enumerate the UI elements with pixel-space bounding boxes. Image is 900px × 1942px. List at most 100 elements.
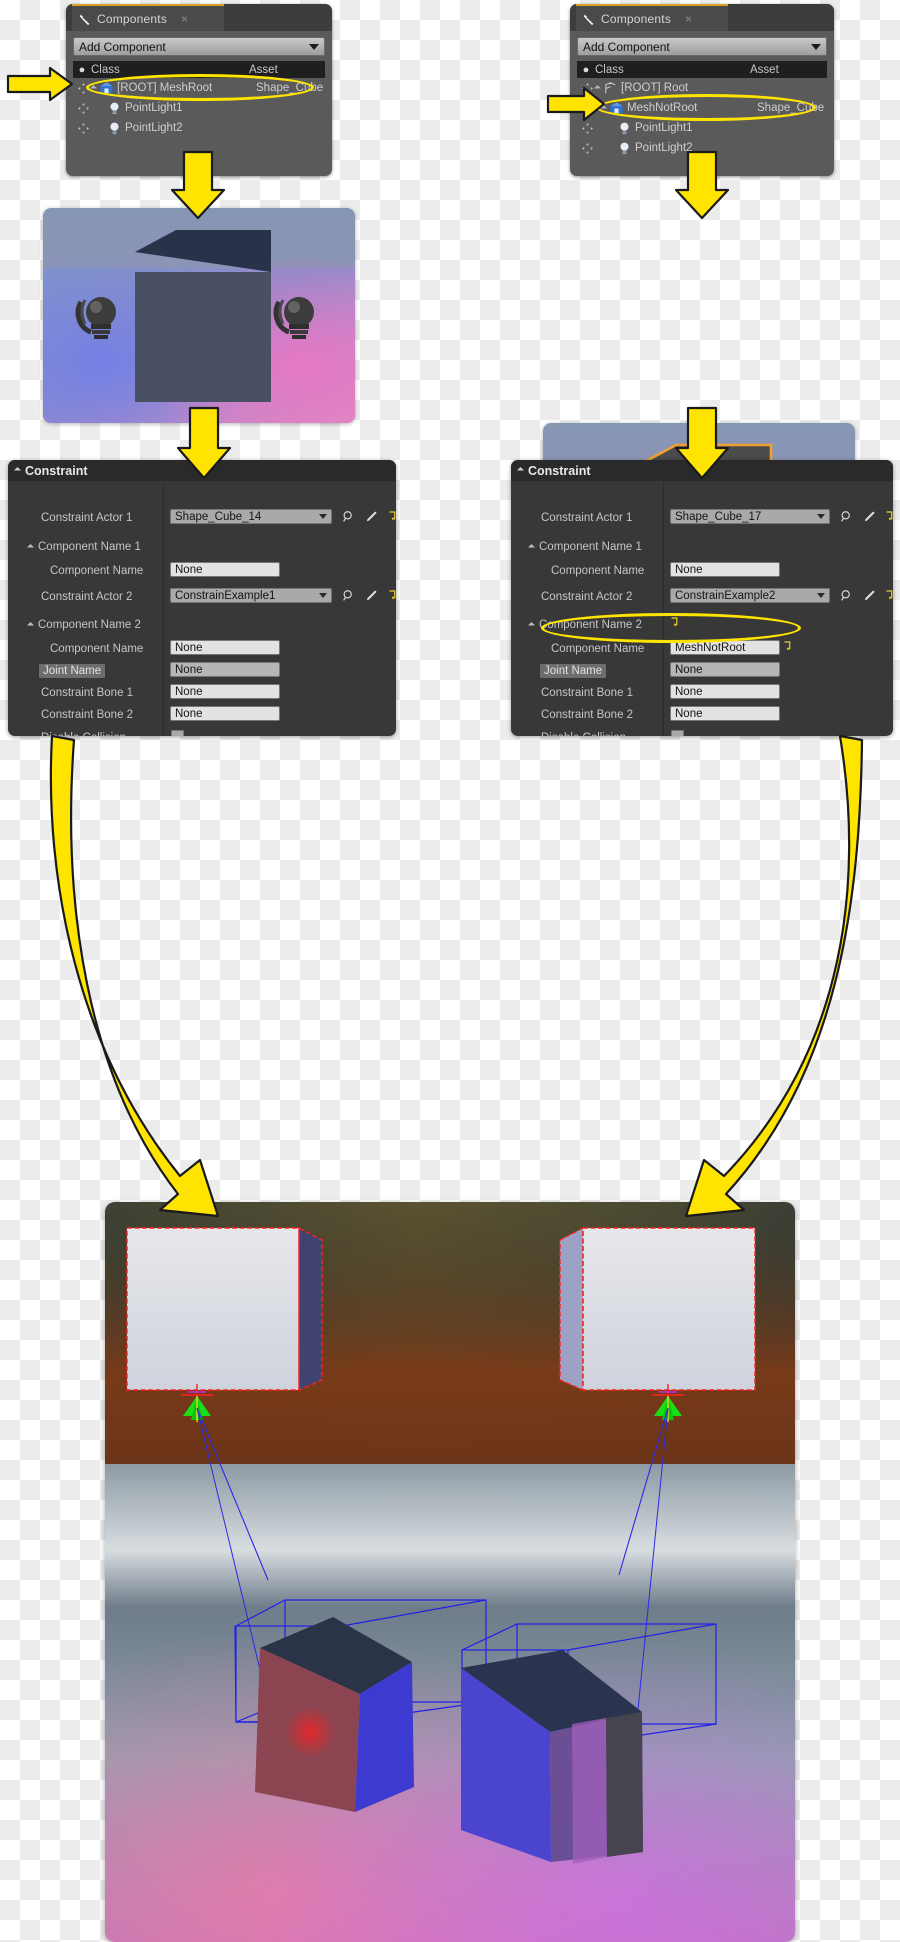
expander-triangle-icon[interactable] <box>26 543 35 551</box>
light-bulb-icon <box>110 122 119 134</box>
constraint-panel-left[interactable]: Constraint Constraint Actor 1 Shape_Cube… <box>8 460 396 736</box>
label-constraint-bone-1: Constraint Bone 1 <box>541 687 634 699</box>
eyedropper-icon[interactable] <box>863 510 876 523</box>
label-joint-name: Joint Name <box>540 662 607 680</box>
components-panel-left[interactable]: Components × Add Component ● Class Asset <box>66 4 332 176</box>
mesh-icon <box>100 81 113 93</box>
level-viewport-main[interactable] <box>105 1202 795 1942</box>
chevron-down-icon <box>309 43 319 50</box>
expander-triangle-icon[interactable] <box>593 84 602 92</box>
drag-handle-icon[interactable] <box>579 122 595 134</box>
component-label: MeshNotRoot <box>627 102 698 114</box>
drag-handle-icon[interactable] <box>75 102 91 114</box>
expander-triangle-icon[interactable] <box>26 621 35 629</box>
tab-components-left[interactable]: Components × <box>72 4 224 31</box>
visibility-dot-icon: ● <box>582 63 590 76</box>
magnifier-icon[interactable] <box>342 510 355 523</box>
field-constraint-actor-1[interactable]: Shape_Cube_17 <box>670 509 830 524</box>
constraint-section-header-right[interactable]: Constraint <box>511 460 893 481</box>
component-row-meshroot[interactable]: [ROOT] MeshRoot Shape_Cube <box>73 78 325 98</box>
field-component-name-1[interactable]: None <box>170 562 280 577</box>
constraint-panel-right[interactable]: Constraint Constraint Actor 1 Shape_Cube… <box>511 460 893 736</box>
reset-arrow-icon[interactable] <box>885 511 893 522</box>
reset-arrow-icon[interactable] <box>670 617 679 628</box>
checkbox-disable-collision[interactable] <box>671 730 684 736</box>
light-bulb-icon <box>110 102 119 114</box>
label-constraint-bone-1: Constraint Bone 1 <box>41 687 134 699</box>
component-row-pointlight2[interactable]: PointLight2 <box>73 118 325 138</box>
reset-arrow-icon[interactable] <box>388 590 396 601</box>
field-constraint-actor-2[interactable]: ConstrainExample1 <box>170 588 332 603</box>
expander-triangle-icon[interactable] <box>516 466 525 475</box>
field-component-name-2[interactable]: MeshNotRoot <box>670 640 780 655</box>
chevron-down-icon[interactable] <box>319 514 327 519</box>
right-constraint-to-scene <box>684 734 864 1218</box>
static-cube-right <box>559 1226 756 1392</box>
field-component-name-1[interactable]: None <box>670 562 780 577</box>
field-constraint-bone-1[interactable]: None <box>170 684 280 699</box>
bounds-wireframe-right <box>461 1623 717 1747</box>
label-component-name-2: Component Name <box>551 643 645 655</box>
field-constraint-actor-2[interactable]: ConstrainExample2 <box>670 588 830 603</box>
scene-root-icon <box>605 81 616 93</box>
light-bulb-icon <box>620 142 629 154</box>
expander-triangle-icon[interactable] <box>89 84 98 92</box>
eyedropper-icon[interactable] <box>365 589 378 602</box>
tab-components-right[interactable]: Components × <box>576 4 728 31</box>
chevron-down-icon[interactable] <box>817 514 825 519</box>
group-component-name-2[interactable]: Component Name 2 <box>527 616 642 634</box>
expander-triangle-icon[interactable] <box>527 621 536 629</box>
component-label: [ROOT] MeshRoot <box>117 82 213 94</box>
field-constraint-bone-1[interactable]: None <box>670 684 780 699</box>
light-bulb-3d-left <box>75 297 116 339</box>
field-constraint-actor-1[interactable]: Shape_Cube_14 <box>170 509 332 524</box>
chevron-down-icon <box>811 43 821 50</box>
component-row-pointlight1[interactable]: PointLight1 <box>73 98 325 118</box>
component-row-pointlight2[interactable]: PointLight2 <box>577 138 827 158</box>
close-icon[interactable]: × <box>181 13 188 25</box>
expander-triangle-icon[interactable] <box>527 543 536 551</box>
magnifier-icon[interactable] <box>840 589 853 602</box>
close-icon[interactable]: × <box>685 13 692 25</box>
blueprint-viewport-left[interactable] <box>43 208 355 423</box>
field-joint-name[interactable]: None <box>670 662 780 677</box>
drag-handle-icon[interactable] <box>579 142 595 154</box>
expander-triangle-icon[interactable] <box>599 104 608 112</box>
drag-handle-icon[interactable] <box>579 102 595 114</box>
component-row-root[interactable]: [ROOT] Root <box>577 78 827 98</box>
magnifier-icon[interactable] <box>342 589 355 602</box>
component-row-meshnotroot[interactable]: MeshNotRoot Shape_Cube <box>577 98 827 118</box>
add-component-button[interactable]: Add Component <box>73 37 325 56</box>
field-constraint-bone-2[interactable]: None <box>670 706 780 721</box>
column-divider <box>163 481 164 736</box>
reset-arrow-icon[interactable] <box>388 511 396 522</box>
components-panel-right[interactable]: Components × Add Component ● Class Asset <box>570 4 834 176</box>
component-label: PointLight2 <box>125 122 183 134</box>
eyedropper-icon[interactable] <box>863 589 876 602</box>
component-label: PointLight1 <box>635 122 693 134</box>
chevron-down-icon[interactable] <box>319 593 327 598</box>
group-component-name-2[interactable]: Component Name 2 <box>26 616 141 634</box>
group-component-name-1[interactable]: Component Name 1 <box>527 538 642 556</box>
field-joint-name[interactable]: None <box>170 662 280 677</box>
drag-handle-icon[interactable] <box>75 122 91 134</box>
checkbox-disable-collision[interactable] <box>171 730 184 736</box>
constraint-section-header-left[interactable]: Constraint <box>8 460 396 481</box>
eyedropper-icon[interactable] <box>365 510 378 523</box>
chevron-down-icon[interactable] <box>817 593 825 598</box>
column-header-asset: Asset <box>750 63 779 76</box>
section-title: Constraint <box>25 463 88 478</box>
component-row-pointlight1[interactable]: PointLight1 <box>577 118 827 138</box>
tab-label: Components <box>601 11 672 26</box>
field-component-name-2[interactable]: None <box>170 640 280 655</box>
add-component-button[interactable]: Add Component <box>577 37 827 56</box>
component-label: [ROOT] Root <box>621 82 689 94</box>
magnifier-icon[interactable] <box>840 510 853 523</box>
tree-header-left: ● Class Asset <box>73 61 325 78</box>
reset-arrow-icon[interactable] <box>885 590 893 601</box>
expander-triangle-icon[interactable] <box>13 466 22 475</box>
left-constraint-to-scene <box>49 734 220 1218</box>
group-component-name-1[interactable]: Component Name 1 <box>26 538 141 556</box>
field-constraint-bone-2[interactable]: None <box>170 706 280 721</box>
reset-arrow-icon[interactable] <box>783 641 792 652</box>
